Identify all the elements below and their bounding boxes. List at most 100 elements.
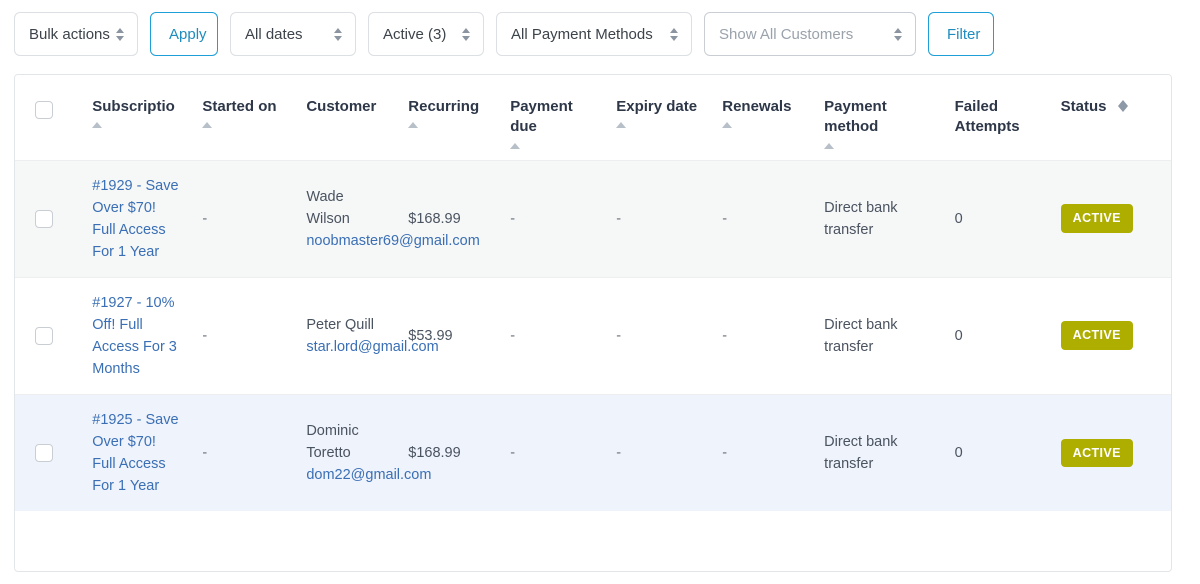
cell-payment-method: Direct bank transfer	[814, 160, 945, 278]
cell-started-on: -	[192, 160, 297, 278]
started-on-value: -	[202, 327, 208, 344]
column-header-started-on[interactable]: Started on	[192, 75, 297, 161]
cell-payment-method: Direct bank transfer	[814, 394, 945, 511]
row-checkbox[interactable]	[35, 326, 53, 345]
cell-expiry-date: -	[606, 277, 713, 395]
row-select-cell	[15, 160, 83, 278]
payment-method-value: Direct bank transfer	[824, 433, 898, 472]
recurring-value: $168.99	[408, 444, 461, 461]
date-filter-select[interactable]: All dates	[230, 12, 356, 56]
sort-asc-icon[interactable]	[202, 122, 213, 129]
cell-status: ACTIVE	[1050, 394, 1171, 511]
cell-payment-due: -	[500, 160, 607, 278]
recurring-value: $53.99	[408, 327, 453, 344]
failed-attempts-value: 0	[954, 444, 963, 461]
expiry-date-value: -	[616, 210, 622, 227]
column-label-customer: Customer	[306, 98, 377, 115]
column-header-renewals[interactable]: Renewals	[712, 75, 815, 161]
column-header-failed-attempts: Failed Attempts	[944, 75, 1051, 161]
sort-updown-icon[interactable]	[1117, 99, 1128, 113]
date-filter-label: All dates	[245, 25, 303, 43]
subscription-link[interactable]: #1927 - 10% Off! Full Access For 3 Month…	[92, 295, 177, 377]
column-header-payment-due[interactable]: Payment due	[500, 75, 607, 161]
chevron-updown-icon	[332, 26, 343, 42]
cell-customer: Peter Quill star.lord@gmail.com	[296, 277, 439, 395]
cell-subscription: #1925 - Save Over $70! Full Access For 1…	[82, 394, 193, 511]
cell-expiry-date: -	[606, 160, 713, 278]
status-badge[interactable]: ACTIVE	[1060, 321, 1133, 350]
sort-asc-icon[interactable]	[510, 142, 521, 150]
apply-button[interactable]: Apply	[150, 12, 218, 56]
customer-filter-select[interactable]: Show All Customers	[704, 12, 916, 56]
customer-email-link[interactable]: dom22@gmail.com	[306, 464, 431, 486]
subscription-link[interactable]: #1925 - Save Over $70! Full Access For 1…	[92, 412, 178, 494]
column-header-customer: Customer	[296, 75, 399, 161]
chevron-updown-icon	[668, 26, 679, 42]
column-header-recurring[interactable]: Recurring	[398, 75, 501, 161]
chevron-updown-icon	[892, 26, 903, 42]
column-header-expiry-date[interactable]: Expiry date	[606, 75, 713, 161]
cell-customer: Dominic Toretto dom22@gmail.com	[296, 394, 431, 511]
customer-email-link[interactable]: noobmaster69@gmail.com	[306, 230, 480, 252]
subscriptions-table: Subscriptio Started on Customer Recurrin…	[15, 75, 1171, 511]
renewals-value: -	[722, 444, 728, 461]
expiry-date-value: -	[616, 444, 622, 461]
payment-due-value: -	[510, 327, 516, 344]
table-row[interactable]: #1929 - Save Over $70! Full Access For 1…	[15, 160, 1171, 278]
payment-method-value: Direct bank transfer	[824, 199, 898, 238]
column-header-payment-method[interactable]: Payment method	[814, 75, 945, 161]
cell-recurring: $168.99	[398, 160, 501, 278]
cell-payment-due: -	[500, 277, 607, 395]
cell-renewals: -	[712, 160, 815, 278]
column-header-status[interactable]: Status	[1050, 75, 1171, 161]
renewals-value: -	[722, 327, 728, 344]
status-badge[interactable]: ACTIVE	[1060, 204, 1133, 233]
customer-name: Wade Wilson	[306, 188, 350, 227]
payment-due-value: -	[510, 210, 516, 227]
cell-status: ACTIVE	[1050, 160, 1171, 278]
payment-due-value: -	[510, 444, 516, 461]
sort-asc-icon[interactable]	[408, 122, 419, 129]
status-badge[interactable]: ACTIVE	[1060, 438, 1133, 468]
status-filter-select[interactable]: Active (3)	[368, 12, 484, 56]
cell-subscription: #1929 - Save Over $70! Full Access For 1…	[82, 160, 193, 278]
cell-payment-method: Direct bank transfer	[814, 277, 945, 395]
cell-recurring: $53.99	[398, 277, 501, 395]
cell-customer: Wade Wilson noobmaster69@gmail.com	[296, 160, 480, 278]
cell-recurring: $168.99	[398, 394, 501, 511]
expiry-date-value: -	[616, 327, 622, 344]
payment-method-filter-select[interactable]: All Payment Methods	[496, 12, 692, 56]
row-checkbox[interactable]	[35, 209, 53, 228]
bulk-actions-select[interactable]: Bulk actions	[14, 12, 138, 56]
cell-status: ACTIVE	[1050, 277, 1171, 395]
failed-attempts-value: 0	[954, 327, 963, 344]
cell-failed-attempts: 0	[944, 160, 1051, 278]
column-label-renewals: Renewals	[722, 98, 792, 115]
cell-renewals: -	[712, 394, 815, 511]
cell-expiry-date: -	[606, 394, 713, 511]
select-all-header	[15, 75, 83, 161]
sort-asc-icon[interactable]	[824, 142, 835, 150]
subscription-link[interactable]: #1929 - Save Over $70! Full Access For 1…	[92, 178, 178, 260]
table-row[interactable]: #1927 - 10% Off! Full Access For 3 Month…	[15, 277, 1171, 395]
chevron-updown-icon	[460, 26, 471, 42]
row-checkbox[interactable]	[35, 443, 53, 462]
column-label-started-on: Started on	[202, 98, 277, 115]
cell-started-on: -	[192, 394, 297, 511]
column-label-failed-attempts: Failed Attempts	[954, 98, 1020, 136]
table-row[interactable]: #1925 - Save Over $70! Full Access For 1…	[15, 394, 1171, 511]
filter-button[interactable]: Filter	[928, 12, 994, 56]
recurring-value: $168.99	[408, 210, 461, 227]
sort-asc-icon[interactable]	[616, 122, 627, 129]
customer-email-link[interactable]: star.lord@gmail.com	[306, 336, 438, 358]
sort-asc-icon[interactable]	[722, 122, 733, 129]
cell-payment-due: -	[500, 394, 607, 511]
table-head: Subscriptio Started on Customer Recurrin…	[15, 75, 1171, 161]
table-header-row: Subscriptio Started on Customer Recurrin…	[15, 75, 1171, 161]
select-all-checkbox[interactable]	[35, 101, 53, 119]
column-label-expiry-date: Expiry date	[616, 98, 698, 115]
column-header-subscription[interactable]: Subscriptio	[82, 75, 193, 161]
failed-attempts-value: 0	[954, 210, 963, 227]
sort-asc-icon[interactable]	[92, 122, 103, 129]
column-label-status: Status	[1060, 98, 1107, 115]
